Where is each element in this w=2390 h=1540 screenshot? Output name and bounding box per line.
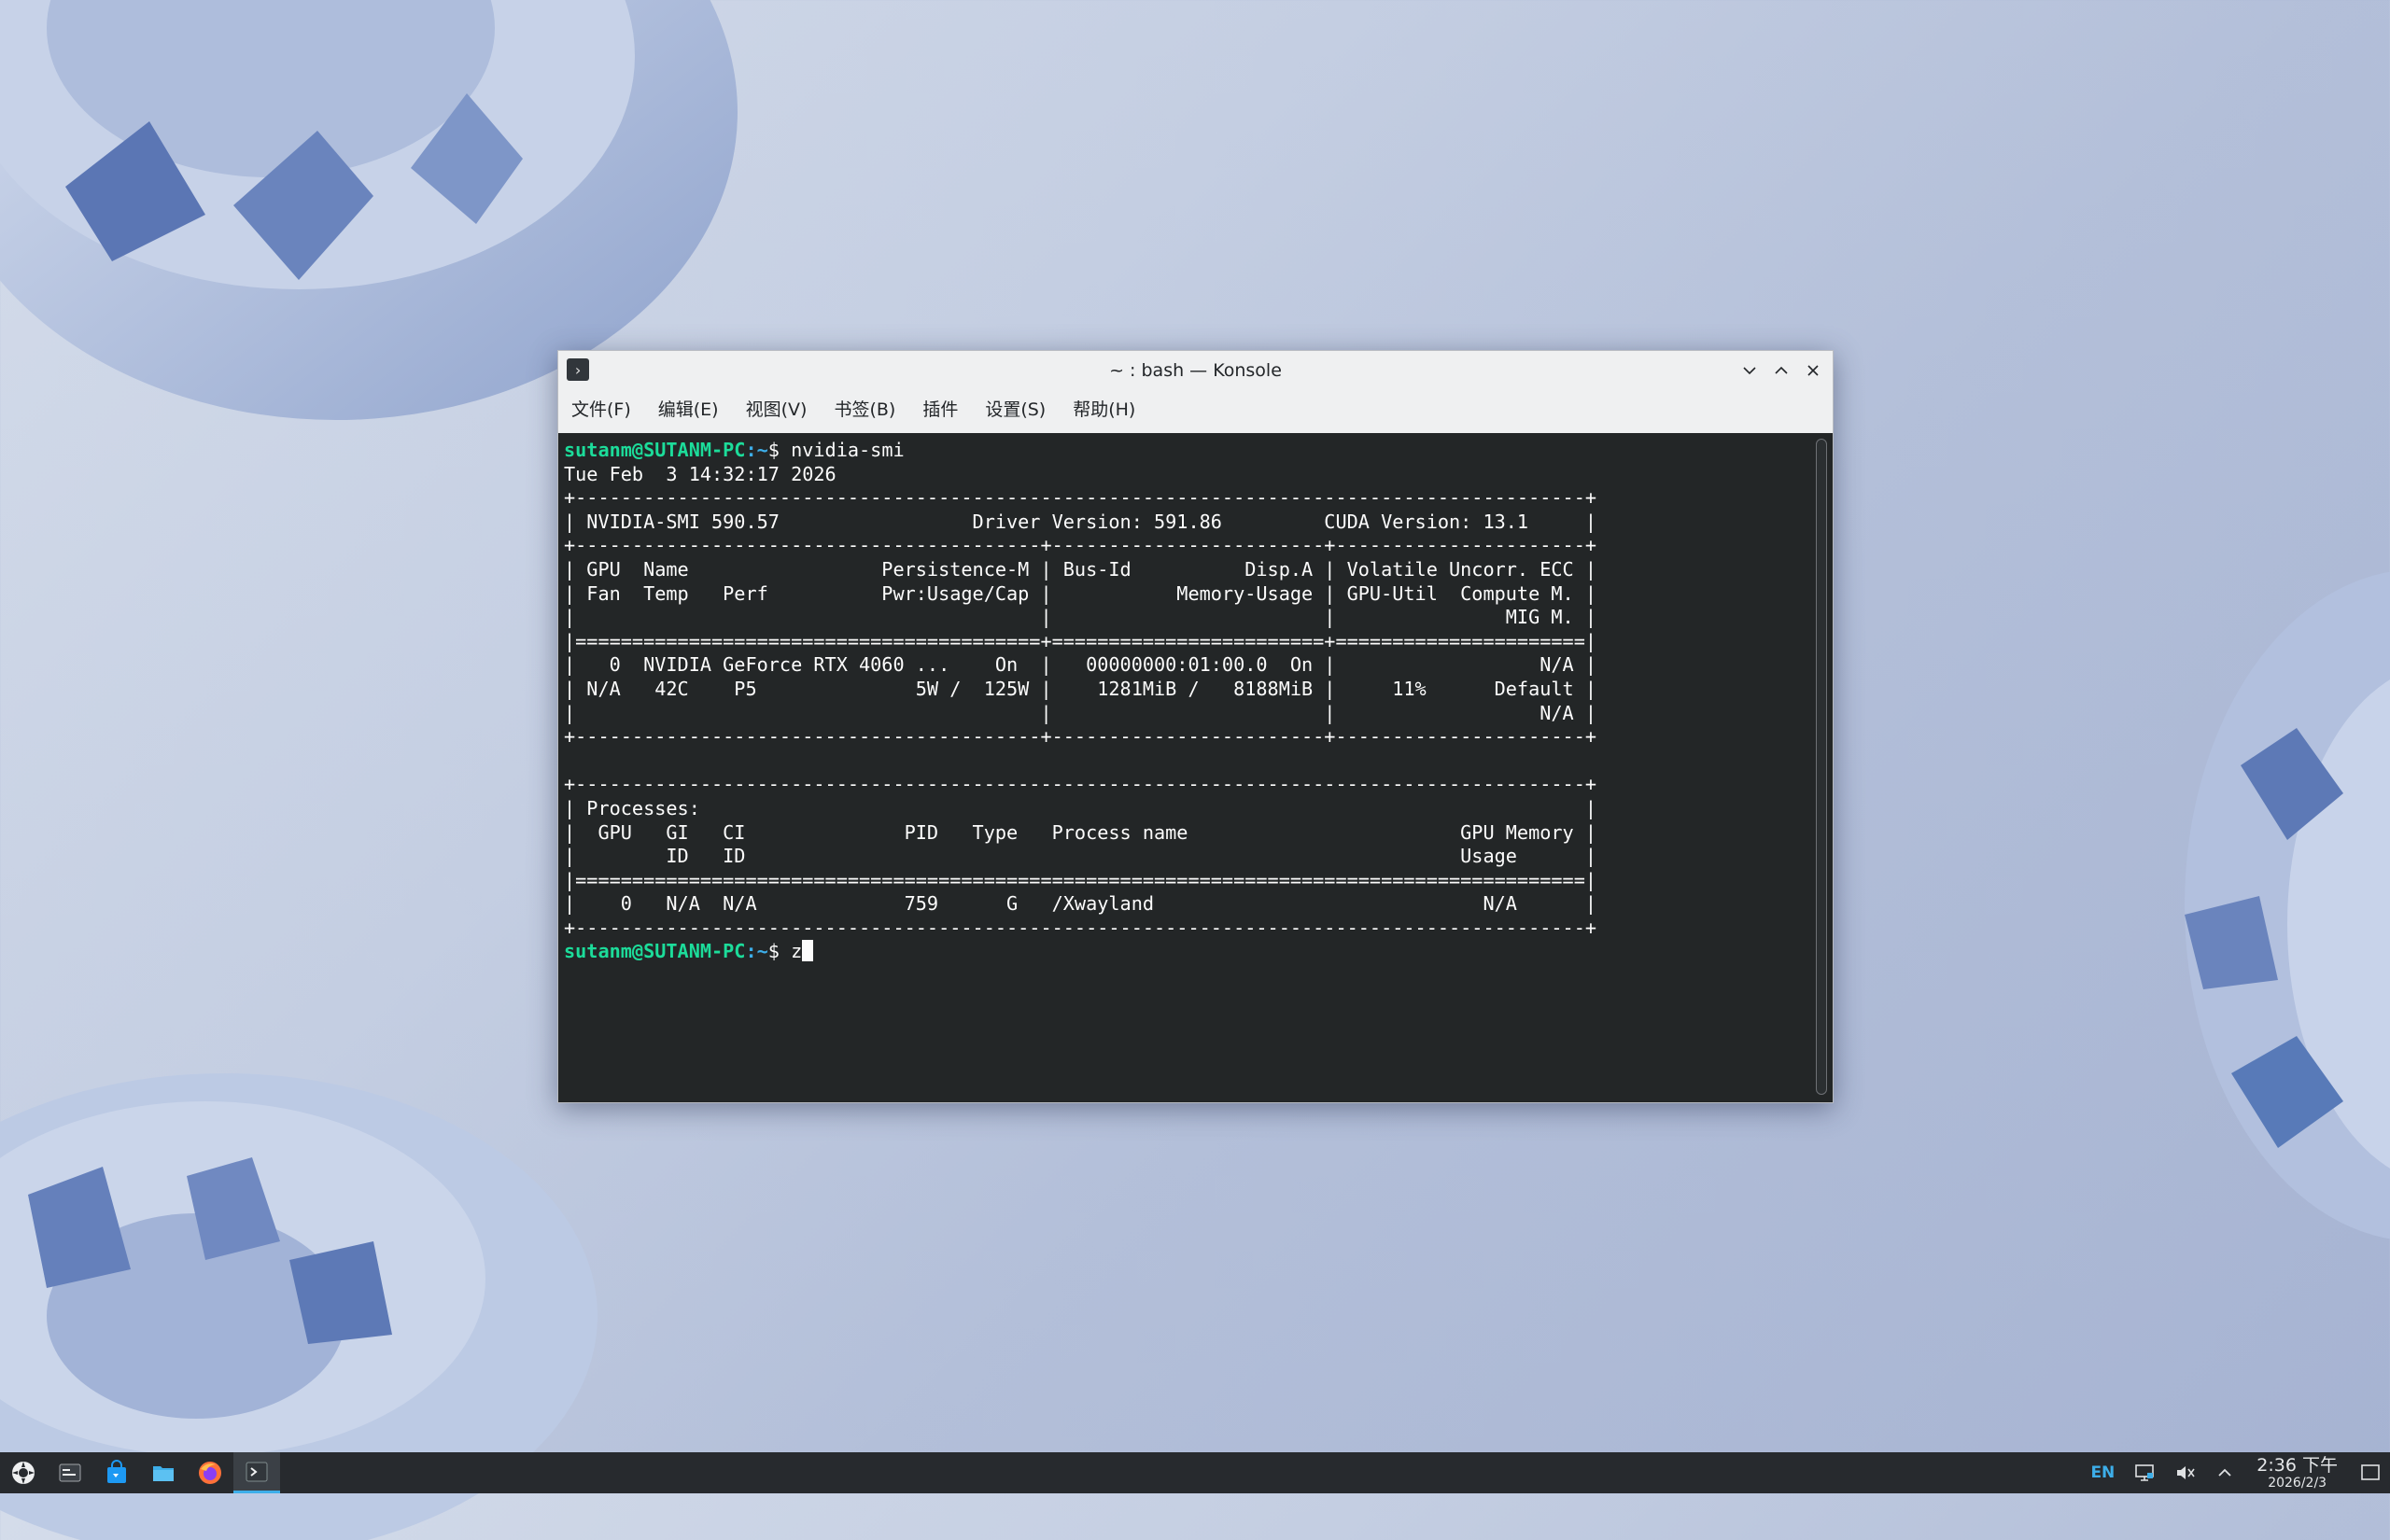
taskbar-system-monitor[interactable]	[47, 1452, 93, 1493]
taskbar-dolphin[interactable]	[140, 1452, 187, 1493]
system-tray: EN 2:36 下午 2026/2/3	[2081, 1452, 2390, 1493]
shopping-bag-icon	[107, 1460, 126, 1483]
window-titlebar[interactable]: › ~ : bash — Konsole	[558, 351, 1833, 390]
close-button[interactable]	[1799, 357, 1827, 385]
menu-view[interactable]: 视图(V)	[746, 396, 808, 421]
current-input: z	[779, 940, 803, 963]
volume-indicator[interactable]	[2165, 1452, 2206, 1493]
tray-expand-button[interactable]	[2206, 1452, 2243, 1493]
prompt-path-current: :~	[745, 940, 768, 963]
menu-edit[interactable]: 编辑(E)	[658, 396, 719, 421]
system-monitor-icon	[59, 1463, 81, 1482]
app-launcher-button[interactable]	[0, 1452, 47, 1493]
prompt-symbol-current: $	[767, 940, 780, 963]
network-indicator[interactable]	[2124, 1452, 2165, 1493]
command-line: nvidia-smi	[779, 439, 905, 461]
chevron-up-icon	[2218, 1468, 2231, 1477]
taskbar: EN 2:36 下午 2026/2/3	[0, 1452, 2390, 1493]
wallpaper-gear-right	[2082, 551, 2390, 1297]
maximize-button[interactable]	[1767, 357, 1795, 385]
terminal-app-icon[interactable]: ›	[567, 358, 589, 381]
show-desktop-button[interactable]	[2351, 1452, 2390, 1493]
volume-muted-icon	[2177, 1466, 2195, 1479]
terminal-content: sutanm@SUTANM-PC:~$ nvidia-smi Tue Feb 3…	[564, 439, 1596, 964]
kde-gear-icon	[12, 1462, 35, 1484]
desktop-icon	[2361, 1464, 2380, 1480]
menu-plugins[interactable]: 插件	[922, 396, 958, 421]
prompt-symbol: $	[767, 439, 780, 461]
clock-time: 2:36 下午	[2256, 1455, 2338, 1476]
prompt-path: :~	[745, 439, 768, 461]
konsole-window[interactable]: › ~ : bash — Konsole 文件(F) 编辑(E) 视图(V) 书…	[557, 350, 1834, 1103]
taskbar-konsole[interactable]	[233, 1452, 280, 1493]
chevron-up-icon	[1775, 366, 1788, 374]
prompt-user-current: sutanm@SUTANM-PC	[564, 940, 746, 963]
terminal-scrollbar[interactable]	[1816, 439, 1827, 1095]
nvidia-smi-output: Tue Feb 3 14:32:17 2026 +---------------…	[564, 462, 1597, 939]
menu-settings[interactable]: 设置(S)	[985, 396, 1046, 421]
folder-icon	[153, 1466, 174, 1481]
taskbar-discover[interactable]	[93, 1452, 140, 1493]
menubar: 文件(F) 编辑(E) 视图(V) 书签(B) 插件 设置(S) 帮助(H)	[558, 390, 1833, 426]
window-controls	[1736, 357, 1827, 385]
firefox-icon	[199, 1462, 221, 1484]
window-title: ~ : bash — Konsole	[1109, 360, 1282, 381]
menu-file[interactable]: 文件(F)	[571, 396, 631, 421]
clock-date: 2026/2/3	[2268, 1476, 2327, 1491]
prompt-user: sutanm@SUTANM-PC	[564, 439, 746, 461]
chevron-down-icon	[1743, 367, 1756, 375]
minimize-button[interactable]	[1736, 357, 1764, 385]
taskbar-firefox[interactable]	[187, 1452, 233, 1493]
input-language: EN	[2090, 1463, 2116, 1482]
text-cursor	[802, 940, 814, 962]
menu-bookmarks[interactable]: 书签(B)	[834, 396, 895, 421]
terminal-icon	[246, 1462, 268, 1481]
network-wired-icon	[2135, 1464, 2155, 1481]
menu-help[interactable]: 帮助(H)	[1073, 396, 1135, 421]
close-icon	[1807, 365, 1819, 376]
input-method-indicator[interactable]: EN	[2081, 1452, 2124, 1493]
terminal-view[interactable]: sutanm@SUTANM-PC:~$ nvidia-smi Tue Feb 3…	[558, 433, 1833, 1102]
digital-clock[interactable]: 2:36 下午 2026/2/3	[2243, 1455, 2351, 1491]
